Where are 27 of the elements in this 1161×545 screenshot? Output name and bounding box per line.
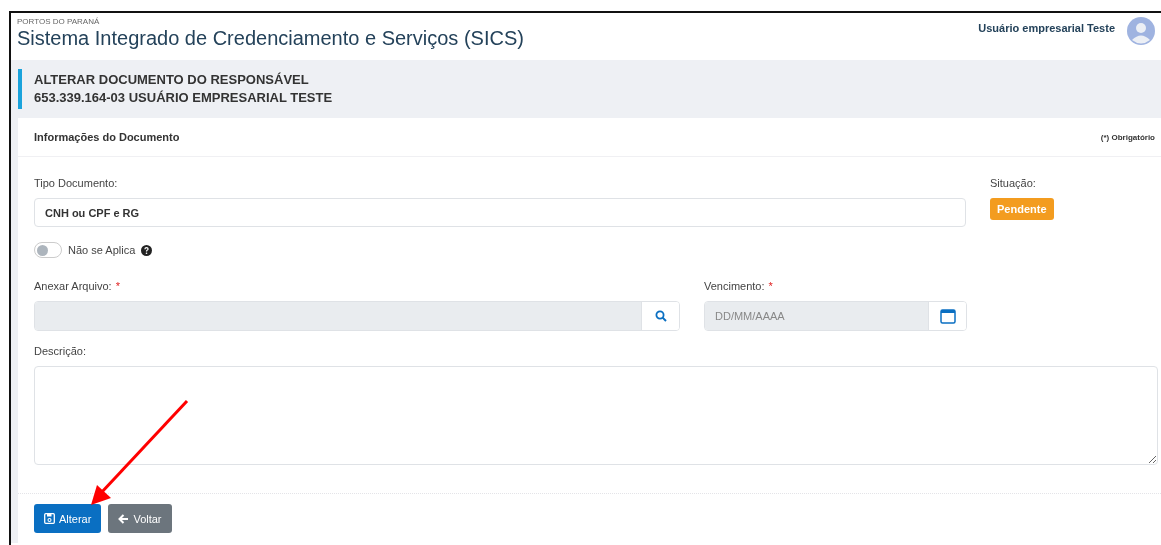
calendar-button[interactable] bbox=[928, 302, 966, 330]
organization-name: PORTOS DO PARANÁ bbox=[17, 17, 101, 26]
card-title: Informações do Documento bbox=[34, 131, 180, 143]
attachment-field[interactable] bbox=[34, 301, 680, 331]
avatar-icon[interactable] bbox=[1127, 17, 1155, 45]
field-label: Anexar Arquivo: * bbox=[34, 280, 121, 292]
help-icon[interactable] bbox=[141, 244, 153, 256]
status-badge: Pendente bbox=[990, 198, 1054, 220]
field-label: Tipo Documento: bbox=[34, 177, 119, 189]
arrow-left-icon bbox=[118, 513, 130, 524]
calendar-icon bbox=[939, 308, 956, 324]
due-date-field[interactable]: DD/MM/AAAA bbox=[704, 301, 967, 331]
toggle-label: Não se Aplica bbox=[68, 244, 136, 256]
search-icon bbox=[654, 310, 667, 322]
field-label: Situação: bbox=[990, 177, 1037, 189]
toggle-switch[interactable] bbox=[34, 242, 62, 258]
required-note: (*) Obrigatório bbox=[1100, 132, 1155, 142]
page-heading: ALTERAR DOCUMENTO DO RESPONSÁVEL 653.339.164-03 USUÁRIO EMPRESARIAL TESTE bbox=[18, 69, 333, 109]
system-title: Sistema Integrado de Credenciamento e Serviços (SICS) bbox=[17, 27, 524, 50]
field-label: Vencimento: * bbox=[704, 280, 774, 292]
back-button[interactable]: Voltar bbox=[108, 504, 172, 533]
description-field[interactable] bbox=[34, 366, 1158, 465]
save-button[interactable]: Alterar bbox=[34, 504, 102, 533]
search-button[interactable] bbox=[641, 302, 679, 330]
user-name: Usuário empresarial Teste bbox=[978, 22, 1115, 34]
document-type-field[interactable]: CNH ou CPF e RG bbox=[34, 198, 966, 227]
field-label: Descrição: bbox=[34, 345, 87, 357]
